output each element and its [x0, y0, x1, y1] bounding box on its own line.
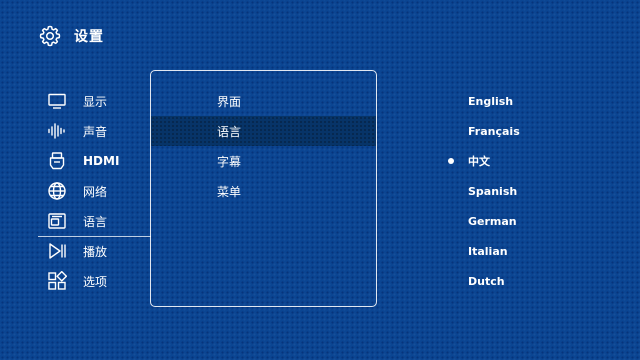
submenu-item-label: 菜单 — [217, 184, 242, 199]
language-option-francais[interactable]: Français — [440, 116, 600, 146]
sidebar-item-display[interactable]: 显示 — [38, 86, 150, 116]
sound-icon — [47, 121, 67, 141]
sidebar-item-hdmi[interactable]: HDMI — [38, 146, 150, 176]
sidebar-item-sound[interactable]: 声音 — [38, 116, 150, 146]
submenu-item-interface[interactable]: 界面 — [151, 86, 376, 116]
selected-dot-icon — [448, 158, 454, 164]
submenu-item-menu[interactable]: 菜单 — [151, 176, 376, 206]
submenu-item-label: 界面 — [217, 94, 242, 109]
display-icon — [47, 91, 67, 111]
sidebar-item-label: 选项 — [83, 274, 108, 289]
language-option-label: Dutch — [468, 274, 505, 288]
hdmi-icon — [47, 151, 67, 171]
sidebar-item-label: HDMI — [83, 154, 120, 168]
sidebar-item-language[interactable]: 语言 — [38, 206, 150, 236]
submenu-item-label: 字幕 — [217, 154, 242, 169]
settings-sidebar: 显示 声音 HDMI 网络 语言 播放 选项 — [38, 86, 151, 296]
submenu-item-language[interactable]: 语言 — [151, 116, 376, 146]
playback-icon — [47, 241, 67, 261]
language-option-label: Italian — [468, 244, 508, 258]
language-option-dutch[interactable]: Dutch — [440, 266, 600, 296]
language-option-label: German — [468, 214, 517, 228]
submenu-item-subtitles[interactable]: 字幕 — [151, 146, 376, 176]
gear-icon — [38, 24, 62, 48]
sidebar-item-label: 语言 — [83, 214, 108, 229]
page-title: 设置 — [74, 29, 104, 45]
language-option-label: 中文 — [468, 155, 490, 168]
sidebar-item-label: 显示 — [83, 94, 108, 109]
language-option-italian[interactable]: Italian — [440, 236, 600, 266]
language-option-spanish[interactable]: Spanish — [440, 176, 600, 206]
language-option-label: Français — [468, 124, 520, 138]
sidebar-item-options[interactable]: 选项 — [38, 266, 150, 296]
page-header: 设置 — [38, 23, 104, 49]
language-option-english[interactable]: English — [440, 86, 600, 116]
language-option-german[interactable]: German — [440, 206, 600, 236]
language-option-label: Spanish — [468, 184, 518, 198]
language-icon — [47, 211, 67, 231]
sidebar-item-label: 播放 — [83, 244, 108, 259]
language-options-list: English Français 中文 Spanish German Itali… — [440, 86, 600, 296]
language-option-chinese[interactable]: 中文 — [440, 146, 600, 176]
language-option-label: English — [468, 94, 514, 108]
playback-submenu: 界面 语言 字幕 菜单 — [150, 70, 377, 307]
sidebar-item-network[interactable]: 网络 — [38, 176, 150, 206]
sidebar-item-label: 声音 — [83, 124, 108, 139]
network-icon — [47, 181, 67, 201]
sidebar-item-label: 网络 — [83, 184, 108, 199]
submenu-item-label: 语言 — [217, 124, 242, 139]
sidebar-item-playback[interactable]: 播放 — [38, 236, 151, 266]
options-icon — [47, 271, 67, 291]
